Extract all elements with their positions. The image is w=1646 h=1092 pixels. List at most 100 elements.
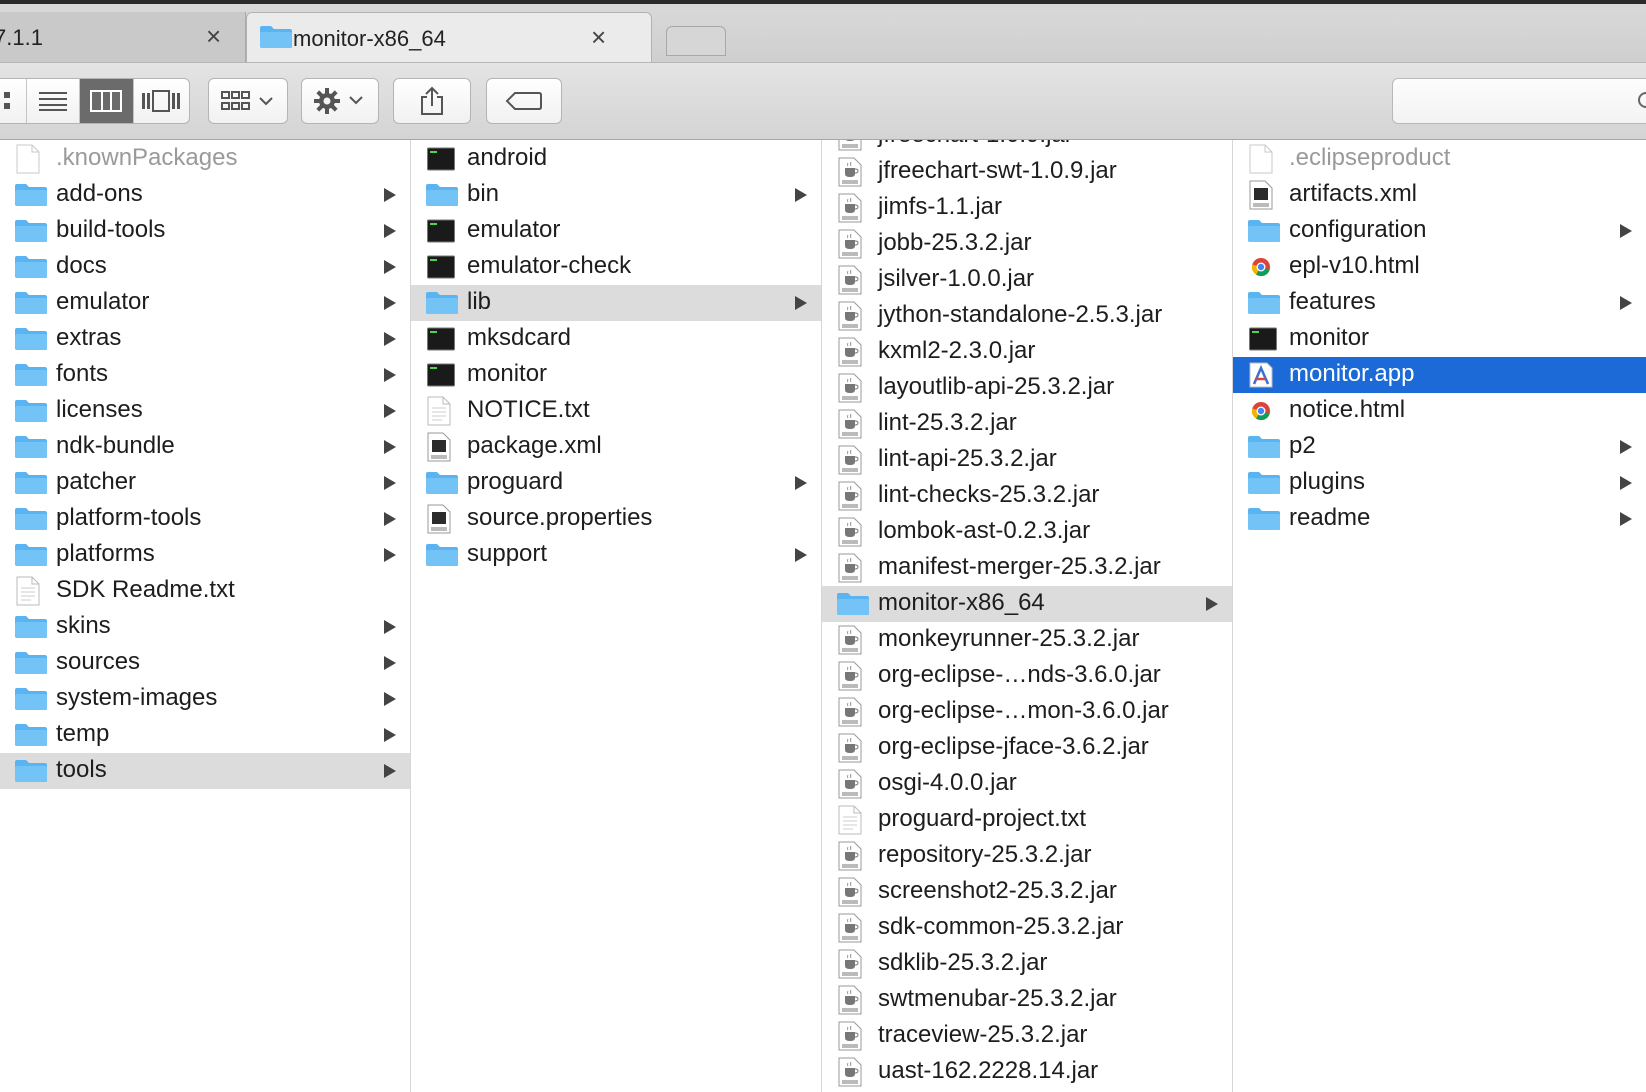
file-item-jobb-25-3-2-jar[interactable]: jobb-25.3.2.jar	[822, 226, 1232, 262]
file-item-repository-25-3-2-jar[interactable]: repository-25.3.2.jar	[822, 838, 1232, 874]
file-item-docs[interactable]: docs	[0, 249, 410, 285]
file-item-emulator[interactable]: emulator	[411, 213, 821, 249]
disclosure-chevron-icon	[384, 260, 396, 274]
file-item-tools[interactable]: tools	[0, 753, 410, 789]
file-item-platform-tools[interactable]: platform-tools	[0, 501, 410, 537]
close-tab-icon[interactable]: ×	[591, 22, 606, 53]
file-item-proguard-project-txt[interactable]: proguard-project.txt	[822, 802, 1232, 838]
file-item-bin[interactable]: bin	[411, 177, 821, 213]
tab-7-1-1[interactable]: 7.1.1 ×	[0, 12, 246, 62]
file-item-temp[interactable]: temp	[0, 717, 410, 753]
file-item-support[interactable]: support	[411, 537, 821, 573]
file-item-jython-standalone-2-5-3-jar[interactable]: jython-standalone-2.5.3.jar	[822, 298, 1232, 334]
file-item-skins[interactable]: skins	[0, 609, 410, 645]
search-icon	[1638, 92, 1646, 108]
jar-file-icon	[838, 1057, 862, 1092]
file-item-package-xml[interactable]: package.xml	[411, 429, 821, 465]
file-item-traceview-25-3-2-jar[interactable]: traceview-25.3.2.jar	[822, 1018, 1232, 1054]
file-item-configuration[interactable]: configuration	[1233, 213, 1646, 249]
browser-column-3[interactable]: jfreechart-1.0.9.jar jfreechart-swt-1.0.9…	[822, 140, 1233, 1092]
file-item-lint-25-3-2-jar[interactable]: lint-25.3.2.jar	[822, 406, 1232, 442]
file-item-artifacts-xml[interactable]: artifacts.xml	[1233, 177, 1646, 213]
jar-file-icon	[838, 157, 862, 192]
file-name: ndk-bundle	[56, 432, 175, 459]
file-item-features[interactable]: features	[1233, 285, 1646, 321]
folder-icon	[14, 255, 48, 284]
file-item-platforms[interactable]: platforms	[0, 537, 410, 573]
file-item-org-eclipse-mon-3-6-0-jar[interactable]: org-eclipse-…mon-3.6.0.jar	[822, 694, 1232, 730]
share-button[interactable]	[393, 78, 471, 124]
browser-column-1[interactable]: .knownPackages add-ons build-tools docs emul…	[0, 140, 411, 1092]
disclosure-chevron-icon	[384, 368, 396, 382]
file-item-kxml2-2-3-0-jar[interactable]: kxml2-2.3.0.jar	[822, 334, 1232, 370]
file-item-lombok-ast-0-2-3-jar[interactable]: lombok-ast-0.2.3.jar	[822, 514, 1232, 550]
file-item-monitor-app[interactable]: monitor.app	[1233, 357, 1646, 393]
browser-column-2[interactable]: android bin emulator emulator-check lib mksdc…	[411, 140, 822, 1092]
new-tab-button[interactable]	[666, 26, 726, 56]
file-item-android[interactable]: android	[411, 141, 821, 177]
file-item-sources[interactable]: sources	[0, 645, 410, 681]
cover-flow-view-button[interactable]	[134, 79, 189, 123]
file-item-ndk-bundle[interactable]: ndk-bundle	[0, 429, 410, 465]
disclosure-chevron-icon	[384, 548, 396, 562]
file-item-p2[interactable]: p2	[1233, 429, 1646, 465]
file-item-monitor-x86-64[interactable]: monitor-x86_64	[822, 586, 1232, 622]
file-item-patcher[interactable]: patcher	[0, 465, 410, 501]
file-item-monitor[interactable]: monitor	[411, 357, 821, 393]
file-item-jfreechart-swt-1-0-9-jar[interactable]: jfreechart-swt-1.0.9.jar	[822, 154, 1232, 190]
browser-column-4[interactable]: .eclipseproduct artifacts.xml configuratio…	[1233, 140, 1646, 1092]
file-item-lib[interactable]: lib	[411, 285, 821, 321]
file-item-monkeyrunner-25-3-2-jar[interactable]: monkeyrunner-25.3.2.jar	[822, 622, 1232, 658]
file-item-fonts[interactable]: fonts	[0, 357, 410, 393]
folder-icon	[1247, 435, 1281, 464]
file-item-licenses[interactable]: licenses	[0, 393, 410, 429]
tab-monitor-x86-64[interactable]: monitor-x86_64 ×	[246, 12, 652, 62]
file-item-layoutlib-api-25-3-2-jar[interactable]: layoutlib-api-25.3.2.jar	[822, 370, 1232, 406]
file-item-build-tools[interactable]: build-tools	[0, 213, 410, 249]
file-item-mksdcard[interactable]: mksdcard	[411, 321, 821, 357]
file-item-eclipseproduct[interactable]: .eclipseproduct	[1233, 141, 1646, 177]
file-item-lint-api-25-3-2-jar[interactable]: lint-api-25.3.2.jar	[822, 442, 1232, 478]
file-item-readme[interactable]: readme	[1233, 501, 1646, 537]
file-item-monitor[interactable]: monitor	[1233, 321, 1646, 357]
file-item-org-eclipse-jface-3-6-2-jar[interactable]: org-eclipse-jface-3.6.2.jar	[822, 730, 1232, 766]
file-item-uast-162-2228-14-jar[interactable]: uast-162.2228.14.jar	[822, 1054, 1232, 1090]
file-item-partial[interactable]: jfreechart-1.0.9.jar	[822, 140, 1232, 154]
file-item-proguard[interactable]: proguard	[411, 465, 821, 501]
file-item-plugins[interactable]: plugins	[1233, 465, 1646, 501]
folder-icon	[14, 291, 48, 320]
file-item-emulator-check[interactable]: emulator-check	[411, 249, 821, 285]
file-item-notice-html[interactable]: notice.html	[1233, 393, 1646, 429]
file-item-screenshot2-25-3-2-jar[interactable]: screenshot2-25.3.2.jar	[822, 874, 1232, 910]
file-item-jsilver-1-0-0-jar[interactable]: jsilver-1.0.0.jar	[822, 262, 1232, 298]
file-item-manifest-merger-25-3-2-jar[interactable]: manifest-merger-25.3.2.jar	[822, 550, 1232, 586]
file-item-lint-checks-25-3-2-jar[interactable]: lint-checks-25.3.2.jar	[822, 478, 1232, 514]
file-item-source-properties[interactable]: source.properties	[411, 501, 821, 537]
folder-icon	[260, 26, 292, 48]
file-item-epl-v10-html[interactable]: epl-v10.html	[1233, 249, 1646, 285]
file-item-sdk-readme-txt[interactable]: SDK Readme.txt	[0, 573, 410, 609]
action-menu-button[interactable]	[301, 78, 379, 124]
file-item-system-images[interactable]: system-images	[0, 681, 410, 717]
list-view-button[interactable]	[27, 79, 81, 123]
file-item-swtmenubar-25-3-2-jar[interactable]: swtmenubar-25.3.2.jar	[822, 982, 1232, 1018]
file-item-org-eclipse-nds-3-6-0-jar[interactable]: org-eclipse-…nds-3.6.0.jar	[822, 658, 1232, 694]
file-item-emulator[interactable]: emulator	[0, 285, 410, 321]
tags-button[interactable]	[486, 78, 562, 124]
column-view-button[interactable]	[80, 79, 134, 123]
file-item-jimfs-1-1-jar[interactable]: jimfs-1.1.jar	[822, 190, 1232, 226]
file-item-sdklib-25-3-2-jar[interactable]: sdklib-25.3.2.jar	[822, 946, 1232, 982]
file-item-notice-txt[interactable]: NOTICE.txt	[411, 393, 821, 429]
file-item-extras[interactable]: extras	[0, 321, 410, 357]
close-tab-icon[interactable]: ×	[206, 21, 221, 52]
file-item-knownpackages[interactable]: .knownPackages	[0, 141, 410, 177]
arrange-menu-button[interactable]	[208, 78, 288, 124]
file-name: lombok-ast-0.2.3.jar	[878, 517, 1091, 544]
file-item-add-ons[interactable]: add-ons	[0, 177, 410, 213]
file-name: traceview-25.3.2.jar	[878, 1021, 1088, 1048]
file-item-osgi-4-0-0-jar[interactable]: osgi-4.0.0.jar	[822, 766, 1232, 802]
file-item-sdk-common-25-3-2-jar[interactable]: sdk-common-25.3.2.jar	[822, 910, 1232, 946]
icon-view-button[interactable]	[0, 79, 27, 123]
file-name: features	[1289, 288, 1376, 315]
search-field[interactable]	[1392, 78, 1646, 124]
